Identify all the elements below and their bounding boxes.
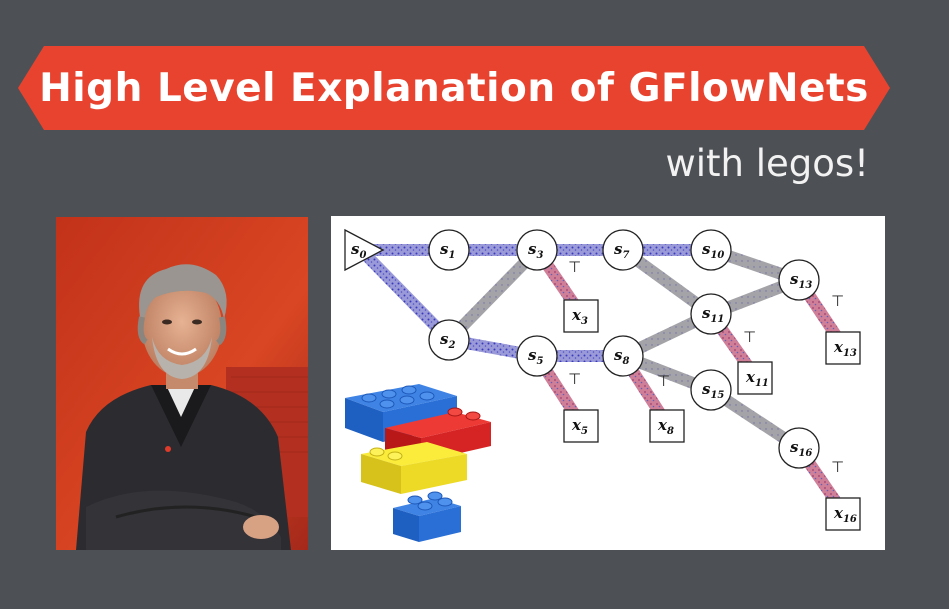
node-s16: s16 xyxy=(778,427,820,469)
node-x16: x16 xyxy=(825,497,861,531)
node-s7: s7 xyxy=(602,229,644,271)
node-x3: x3 xyxy=(563,299,599,333)
node-x13: x13 xyxy=(825,331,861,365)
node-s8: s8 xyxy=(602,335,644,377)
terminal-symbol-x8: ⊤ xyxy=(657,372,670,390)
node-s5: s5 xyxy=(516,335,558,377)
subtitle-text: with legos! xyxy=(665,142,869,185)
terminal-symbol-x16: ⊤ xyxy=(831,458,844,476)
gflownet-graph: s0 s1s2s3s5s7s8s10s11s13s15s16x3⊤x5⊤x8⊤ x1… xyxy=(344,228,861,542)
gflownet-diagram: s0 s1 s2 s3 s5 s7 s8 s10 s11 s13 s15 s16 x3 ⊤ x5 ⊤ x8 ⊤ x1… xyxy=(331,216,885,550)
node-s1: s1 xyxy=(428,229,470,271)
node-s10: s10 xyxy=(690,229,732,271)
node-s2: s2 xyxy=(428,319,470,361)
title-text: High Level Explanation of GFlowNets xyxy=(39,65,869,111)
lego-small-blue-brick xyxy=(393,491,461,542)
lego-bricks-illustration xyxy=(345,384,491,542)
node-x8: x8 xyxy=(649,409,685,443)
portrait-photo xyxy=(56,217,308,550)
node-s3: s3 xyxy=(516,229,558,271)
title-banner: High Level Explanation of GFlowNets xyxy=(18,46,890,130)
node-s11: s11 xyxy=(690,293,732,335)
terminal-symbol-x13: ⊤ xyxy=(831,292,844,310)
terminal-symbol-x5: ⊤ xyxy=(568,370,581,388)
terminal-symbol-x3: ⊤ xyxy=(568,258,581,276)
node-x5: x5 xyxy=(563,409,599,443)
node-s15: s15 xyxy=(690,369,732,411)
node-s13: s13 xyxy=(778,259,820,301)
node-x11: x11 xyxy=(737,361,773,395)
terminal-symbol-x11: ⊤ xyxy=(743,328,756,346)
lego-yellow-brick xyxy=(361,442,467,494)
portrait-illustration xyxy=(56,217,308,550)
